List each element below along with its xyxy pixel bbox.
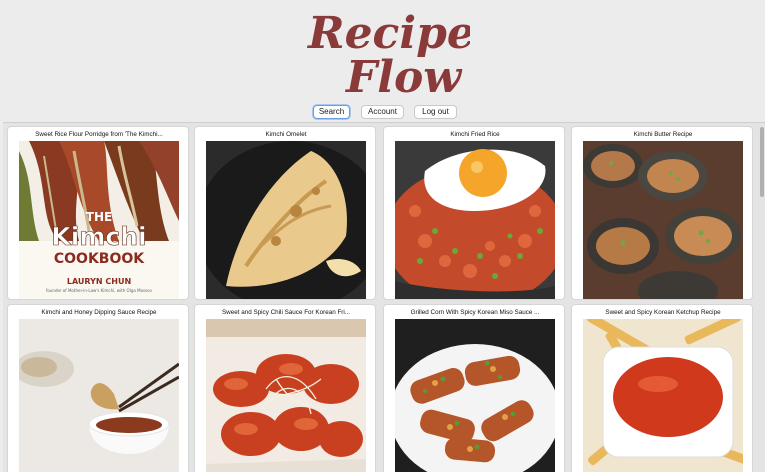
recipe-image[interactable] (583, 319, 743, 472)
recipe-image[interactable] (19, 319, 179, 472)
ketchup-with-fries-image (583, 319, 743, 472)
cover-subtitle: founder of Mother-in-Law's Kimchi, with … (46, 288, 153, 293)
recipe-image[interactable] (395, 141, 555, 299)
korean-fried-chicken-image (206, 319, 366, 472)
recipe-title: Kimchi Omelet (265, 131, 307, 138)
logo-wordmark: Recipe Flow (306, 8, 470, 102)
omelet-image (206, 141, 366, 299)
recipe-title: Kimchi Fried Rice (450, 131, 500, 138)
recipe-image[interactable]: THE Kimchi COOKBOOK LAURYN CHUN founder … (19, 141, 179, 299)
recipe-title: Sweet and Spicy Chili Sauce For Korean F… (221, 309, 351, 316)
scrollbar-thumb[interactable] (760, 127, 764, 197)
recipe-card[interactable]: Sweet and Spicy Korean Ketchup Recipe (571, 304, 753, 472)
grilled-oysters-image (583, 141, 743, 299)
logout-button[interactable]: Log out (414, 105, 457, 119)
recipe-flow-logo: Recipe Flow (300, 0, 470, 102)
recipe-title: Kimchi and Honey Dipping Sauce Recipe (41, 309, 157, 316)
recipe-card[interactable]: Kimchi Butter Recipe (571, 126, 753, 300)
grilled-corn-image (395, 319, 555, 472)
recipe-image[interactable] (206, 141, 366, 299)
recipe-image[interactable] (395, 319, 555, 472)
recipe-title: Kimchi Butter Recipe (633, 131, 693, 138)
cover-author: LAURYN CHUN (67, 277, 131, 286)
cover-title-cookbook: COOKBOOK (54, 251, 145, 267)
top-nav: Search Account Log out (0, 105, 765, 119)
recipe-card[interactable]: Sweet and Spicy Chili Sauce For Korean F… (194, 304, 376, 472)
recipe-grid: Sweet Rice Flour Porridge from 'The Kimc… (3, 122, 765, 472)
recipe-title: Sweet Rice Flour Porridge from 'The Kimc… (35, 131, 163, 138)
recipe-card[interactable]: Kimchi and Honey Dipping Sauce Recipe (7, 304, 189, 472)
account-button[interactable]: Account (361, 105, 404, 119)
recipe-title: Sweet and Spicy Korean Ketchup Recipe (605, 309, 721, 316)
dipping-sauce-image (19, 319, 179, 472)
recipe-card[interactable]: Grilled Corn With Spicy Korean Miso Sauc… (383, 304, 565, 472)
search-button[interactable]: Search (313, 105, 350, 119)
kimchi-cookbook-cover-image: THE Kimchi COOKBOOK LAURYN CHUN founder … (19, 141, 179, 299)
recipe-card[interactable]: Kimchi Fried Rice (383, 126, 565, 300)
cover-title-kimchi: Kimchi (51, 222, 146, 251)
app-header: Recipe Flow Search Account Log out (0, 0, 765, 122)
recipe-card[interactable]: Kimchi Omelet (194, 126, 376, 300)
recipe-image[interactable] (583, 141, 743, 299)
fried-rice-image (395, 141, 555, 299)
logo-line2: Flow (344, 52, 463, 102)
vertical-scrollbar[interactable] (759, 123, 765, 472)
recipe-image[interactable] (206, 319, 366, 472)
recipe-card[interactable]: Sweet Rice Flour Porridge from 'The Kimc… (7, 126, 189, 300)
recipe-title: Grilled Corn With Spicy Korean Miso Sauc… (410, 309, 540, 316)
